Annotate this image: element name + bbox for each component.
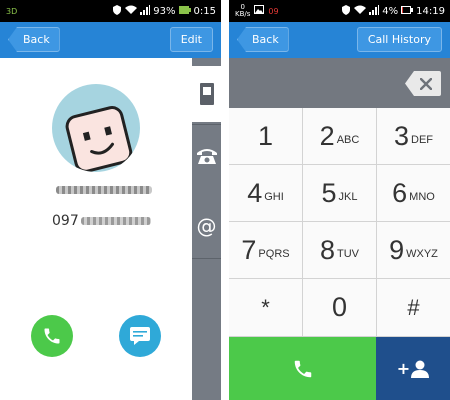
signal-icon (369, 4, 380, 18)
message-button[interactable] (119, 315, 161, 357)
contact-panel: 097 (0, 58, 192, 400)
side-tab-bar: @ (192, 58, 221, 400)
signal-icon (140, 4, 151, 18)
battery-percent: 93% (153, 5, 176, 17)
contact-detail-screen: 3D 93% 0:15 Back Edit 097 @ (0, 0, 221, 400)
wifi-icon (125, 5, 138, 18)
network-speed: 0 KB/s (235, 3, 251, 18)
tab-phone-info[interactable] (192, 66, 221, 122)
clock: 0:15 (193, 5, 216, 17)
tab-call[interactable] (192, 138, 221, 174)
status-bar: 0 KB/s 09 4% 14:19 (229, 0, 450, 22)
key-7[interactable]: 7 PQRS (229, 222, 302, 278)
close-icon (420, 77, 432, 90)
key-6[interactable]: 6 MNO (377, 165, 450, 221)
alert-badge: 09 (268, 6, 279, 16)
chat-bubble-icon (130, 327, 150, 345)
notification-badge: 3D (6, 6, 18, 16)
face-avatar-icon (65, 106, 133, 172)
key-star[interactable]: * (229, 279, 302, 336)
phone-number-redacted (80, 217, 151, 225)
number-display (229, 58, 450, 108)
key-hash[interactable]: # (377, 279, 450, 336)
edit-button[interactable]: Edit (169, 27, 213, 52)
key-5[interactable]: 5 JKL (303, 165, 376, 221)
key-9[interactable]: 9 WXYZ (377, 222, 450, 278)
back-button[interactable]: Back (237, 27, 289, 52)
image-icon (254, 5, 265, 17)
at-sign-icon: @ (196, 214, 217, 238)
key-4[interactable]: 4 GHI (229, 165, 302, 221)
telephone-icon (196, 149, 217, 164)
key-2[interactable]: 2 ABC (303, 108, 376, 164)
app-bar: Back Edit (0, 22, 221, 58)
dial-button[interactable] (229, 337, 376, 400)
battery-percent: 4% (382, 5, 399, 17)
contact-phone: 097 (52, 213, 151, 229)
battery-icon (178, 5, 191, 17)
back-button[interactable]: Back (8, 27, 60, 52)
phone-icon (294, 360, 311, 377)
clock: 14:19 (416, 5, 445, 17)
call-history-button[interactable]: Call History (356, 27, 442, 52)
tab-email[interactable]: @ (192, 208, 221, 244)
screen-divider (221, 0, 229, 400)
phone-prefix: 097 (52, 213, 79, 229)
phone-icon (44, 328, 60, 344)
shield-icon (112, 4, 122, 18)
phone-info-icon (199, 83, 214, 105)
contact-name-redacted (56, 186, 152, 194)
key-1[interactable]: 1 (229, 108, 302, 164)
person-icon (411, 360, 430, 378)
status-bar: 3D 93% 0:15 (0, 0, 221, 22)
avatar (52, 84, 140, 172)
wifi-icon (354, 5, 367, 18)
key-8[interactable]: 8 TUV (303, 222, 376, 278)
call-button[interactable] (31, 315, 73, 357)
dialer-actions: + (229, 337, 450, 400)
add-contact-button[interactable]: + (376, 337, 450, 400)
battery-icon (401, 5, 414, 17)
key-0[interactable]: 0 (303, 279, 376, 336)
shield-icon (341, 4, 351, 18)
backspace-button[interactable] (405, 71, 441, 96)
dialer-screen: 0 KB/s 09 4% 14:19 Back Call History 1 2… (229, 0, 450, 400)
dial-keypad: 1 2 ABC 3 DEF 4 GHI 5 JKL 6 MNO 7 PQRS 8 TUV 9W… (229, 108, 450, 337)
plus-sign: + (396, 359, 411, 378)
key-3[interactable]: 3 DEF (377, 108, 450, 164)
app-bar: Back Call History (229, 22, 450, 58)
